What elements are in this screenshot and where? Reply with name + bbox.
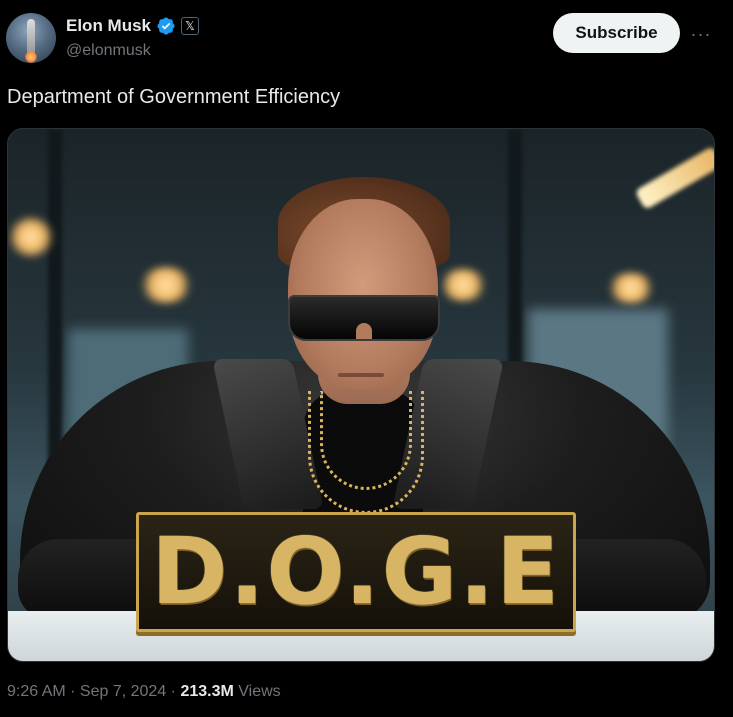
- gold-chain: [320, 391, 412, 490]
- ceiling-light: [438, 269, 488, 301]
- doge-nameplate: D.O.G.E: [136, 512, 576, 632]
- ceiling-light: [8, 217, 54, 257]
- mouth: [338, 373, 384, 377]
- affiliate-x-badge-icon[interactable]: 𝕏: [181, 17, 200, 35]
- separator: ·: [65, 683, 80, 700]
- post-date[interactable]: Sep 7, 2024: [80, 683, 166, 700]
- views-label: Views: [233, 683, 281, 700]
- post: Elon Musk 𝕏 @elonmusk Subscribe ··· Depa…: [0, 0, 733, 717]
- rocket-flame-graphic: [25, 51, 37, 63]
- author-display-name[interactable]: Elon Musk: [66, 16, 151, 36]
- more-options-icon[interactable]: ···: [689, 22, 713, 46]
- nameplate-text: D.O.G.E: [151, 518, 561, 625]
- subscribe-button[interactable]: Subscribe: [553, 13, 680, 53]
- post-text: Department of Government Efficiency: [7, 86, 341, 108]
- verified-badge-icon[interactable]: [156, 16, 176, 36]
- sunglasses: [288, 295, 440, 341]
- ceiling-light: [606, 273, 656, 303]
- author-name-row: Elon Musk 𝕏: [66, 16, 200, 36]
- face: [288, 199, 438, 389]
- views-count: 213.3M: [180, 683, 234, 700]
- author-handle[interactable]: @elonmusk: [66, 42, 151, 60]
- ceiling-light: [138, 267, 194, 303]
- ceiling-light-strip: [634, 145, 714, 211]
- rocket-graphic: [27, 19, 35, 53]
- post-image[interactable]: D.O.G.E: [7, 128, 715, 662]
- avatar[interactable]: [6, 13, 56, 63]
- post-metadata: 9:26 AM · Sep 7, 2024 · 213.3M Views: [7, 683, 281, 701]
- separator: ·: [166, 683, 181, 700]
- post-time[interactable]: 9:26 AM: [7, 683, 66, 700]
